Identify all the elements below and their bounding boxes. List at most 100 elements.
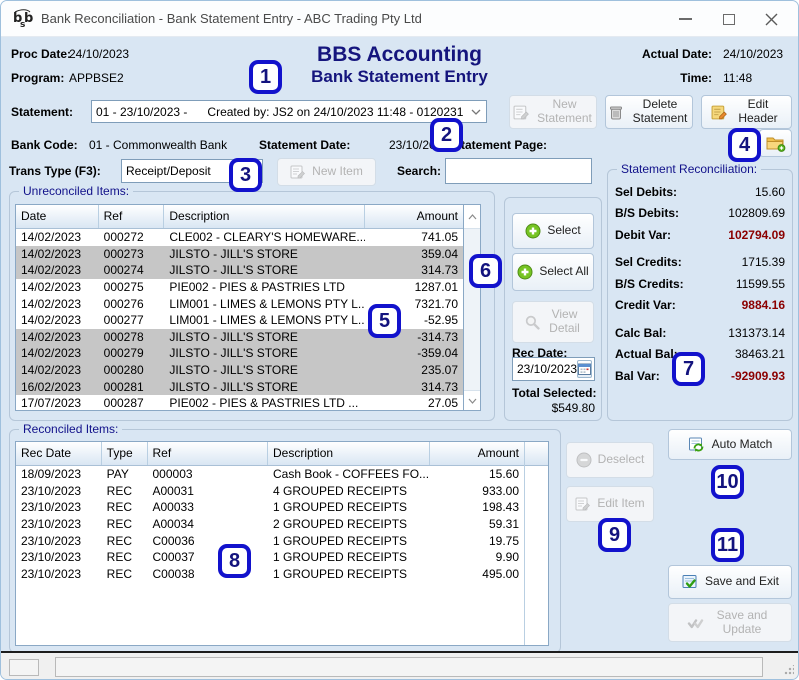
chevron-down-icon	[471, 109, 486, 115]
table-row[interactable]: 23/10/2023 REC A00034 2 GROUPED RECEIPTS…	[16, 516, 524, 533]
table-row[interactable]: 14/02/2023 000274 JILSTO - JILL'S STORE …	[16, 262, 463, 279]
cell-ref: 000280	[103, 363, 144, 378]
column-header-amount[interactable]: Amount	[430, 442, 524, 465]
auto-match-button[interactable]: Auto Match	[668, 429, 792, 460]
unreconciled-scrollbar[interactable]	[463, 205, 480, 410]
table-row[interactable]: 16/02/2023 000281 JILSTO - JILL'S STORE …	[16, 378, 463, 395]
cell-amount: 933.00	[482, 483, 519, 498]
cell-ref: 000277	[103, 313, 144, 328]
rec-date-input[interactable]: 23/10/2023	[512, 357, 595, 381]
new-item-label: New Item	[312, 164, 363, 179]
attach-statement-button[interactable]	[759, 129, 792, 157]
edit-item-label: Edit Item	[597, 496, 645, 511]
delete-statement-button[interactable]: Delete Statement	[605, 95, 693, 129]
status-cell-small	[9, 659, 39, 676]
table-row[interactable]: 23/10/2023 REC C00038 1 GROUPED RECEIPTS…	[16, 566, 524, 583]
plus-circle-icon	[517, 264, 533, 280]
edit-header-label: Edit Header	[738, 97, 778, 125]
annotation-badge-10: 10	[711, 465, 744, 499]
cell-date: 14/02/2023	[21, 313, 82, 328]
reconciliation-value: 102794.09	[728, 227, 785, 242]
table-row[interactable]: 17/07/2023 000287 PIE002 - PIES & PASTRI…	[16, 395, 463, 411]
cell-ref: 000273	[103, 246, 144, 261]
cell-amount: 495.00	[482, 566, 519, 581]
search-input[interactable]	[445, 158, 592, 184]
cell-rec-date: 23/10/2023	[21, 483, 82, 498]
resize-grip[interactable]	[784, 665, 794, 675]
calendar-icon[interactable]	[577, 360, 593, 378]
save-and-update-label: Save and Update	[716, 607, 768, 636]
edit-item-button[interactable]: Edit Item	[566, 486, 654, 522]
column-header-description[interactable]: Description	[268, 442, 431, 465]
unreconciled-table-header: Date Ref Description Amount	[16, 205, 463, 229]
column-header-rec-date[interactable]: Rec Date	[16, 442, 102, 465]
deselect-button[interactable]: Deselect	[566, 442, 654, 478]
cell-date: 14/02/2023	[21, 363, 82, 378]
column-header-ref[interactable]: Ref	[148, 442, 269, 465]
table-row[interactable]: 14/02/2023 000279 JILSTO - JILL'S STORE …	[16, 345, 463, 362]
table-row[interactable]: 14/02/2023 000273 JILSTO - JILL'S STORE …	[16, 245, 463, 263]
reconciliation-value: 9884.16	[741, 298, 785, 313]
status-bar	[1, 653, 798, 679]
scroll-up-icon[interactable]	[464, 205, 480, 229]
select-all-label: Select All	[539, 264, 589, 279]
new-statement-button[interactable]: New Statement	[509, 95, 597, 129]
column-header-description[interactable]: Description	[164, 205, 366, 228]
cell-date: 14/02/2023	[21, 346, 82, 361]
cell-date: 17/07/2023	[21, 396, 82, 411]
minimize-button[interactable]	[668, 4, 702, 34]
annotation-badge-5: 5	[368, 304, 401, 338]
maximize-icon	[723, 13, 735, 25]
cell-description: CLE002 - CLEARY'S HOMEWARE...	[169, 230, 366, 245]
edit-header-button[interactable]: Edit Header	[701, 95, 792, 129]
close-button[interactable]	[754, 4, 788, 34]
reconciled-table-header: Rec Date Type Ref Description Amount	[16, 442, 524, 466]
scroll-down-icon[interactable]	[464, 390, 480, 410]
close-icon	[765, 13, 777, 25]
unreconciled-table: Date Ref Description Amount 14/02/2023 0…	[15, 204, 481, 411]
cell-description: 1 GROUPED RECEIPTS	[273, 533, 408, 548]
select-button[interactable]: Select	[512, 213, 594, 249]
table-row[interactable]: 23/10/2023 REC C00036 1 GROUPED RECEIPTS…	[16, 532, 524, 549]
cell-ref: 000003	[152, 467, 193, 482]
column-header-date[interactable]: Date	[16, 205, 99, 228]
unreconciled-group-title: Unreconciled Items:	[19, 184, 134, 198]
annotation-badge-1: 1	[249, 60, 282, 94]
cell-ref: 000279	[103, 346, 144, 361]
new-item-button[interactable]: New Item	[277, 158, 376, 186]
maximize-button[interactable]	[712, 4, 746, 34]
annotation-badge-4: 4	[728, 128, 761, 162]
reconciliation-row: Calc Bal: 131373.14	[607, 322, 793, 344]
table-row[interactable]: 14/02/2023 000275 PIE002 - PIES & PASTRI…	[16, 279, 463, 296]
table-row[interactable]: 14/02/2023 000280 JILSTO - JILL'S STORE …	[16, 361, 463, 379]
select-all-button[interactable]: Select All	[512, 253, 594, 291]
cell-type: REC	[106, 517, 133, 532]
table-row[interactable]: 14/02/2023 000272 CLE002 - CLEARY'S HOME…	[16, 229, 463, 246]
cell-rec-date: 23/10/2023	[21, 566, 82, 581]
search-label: Search:	[397, 164, 442, 178]
reconciliation-row: B/S Credits: 11599.55	[607, 273, 793, 295]
new-statement-icon	[513, 104, 530, 121]
save-and-update-button[interactable]: Save and Update	[668, 603, 792, 642]
save-and-exit-button[interactable]: Save and Exit	[668, 565, 792, 599]
table-row[interactable]: 23/10/2023 REC A00031 4 GROUPED RECEIPTS…	[16, 483, 524, 500]
table-row[interactable]: 23/10/2023 REC C00037 1 GROUPED RECEIPTS…	[16, 549, 524, 566]
cell-amount: 9.90	[495, 550, 519, 565]
table-row[interactable]: 23/10/2023 REC A00033 1 GROUPED RECEIPTS…	[16, 499, 524, 516]
column-header-ref[interactable]: Ref	[99, 205, 165, 228]
cell-ref: A00034	[152, 517, 194, 532]
reconciliation-value: -92909.93	[730, 368, 785, 383]
cell-type: REC	[106, 500, 133, 515]
column-header-amount[interactable]: Amount	[365, 205, 463, 228]
save-exit-icon	[681, 573, 699, 591]
column-header-type[interactable]: Type	[102, 442, 148, 465]
reconciliation-value: 1715.39	[741, 255, 785, 270]
table-row[interactable]: 18/09/2023 PAY 000003 Cash Book - COFFEE…	[16, 466, 524, 483]
statement-dropdown[interactable]: 01 - 23/10/2023 - Created by: JS2 on 24/…	[91, 100, 487, 123]
view-detail-button[interactable]: View Detail	[512, 301, 594, 343]
cell-description: LIM001 - LIMES & LEMONS PTY L...	[169, 313, 366, 328]
reconciliation-row: Sel Credits: 1715.39	[607, 252, 793, 274]
cell-amount: 314.73	[421, 379, 458, 394]
cell-date: 14/02/2023	[21, 329, 82, 344]
save-and-exit-label: Save and Exit	[704, 574, 780, 589]
